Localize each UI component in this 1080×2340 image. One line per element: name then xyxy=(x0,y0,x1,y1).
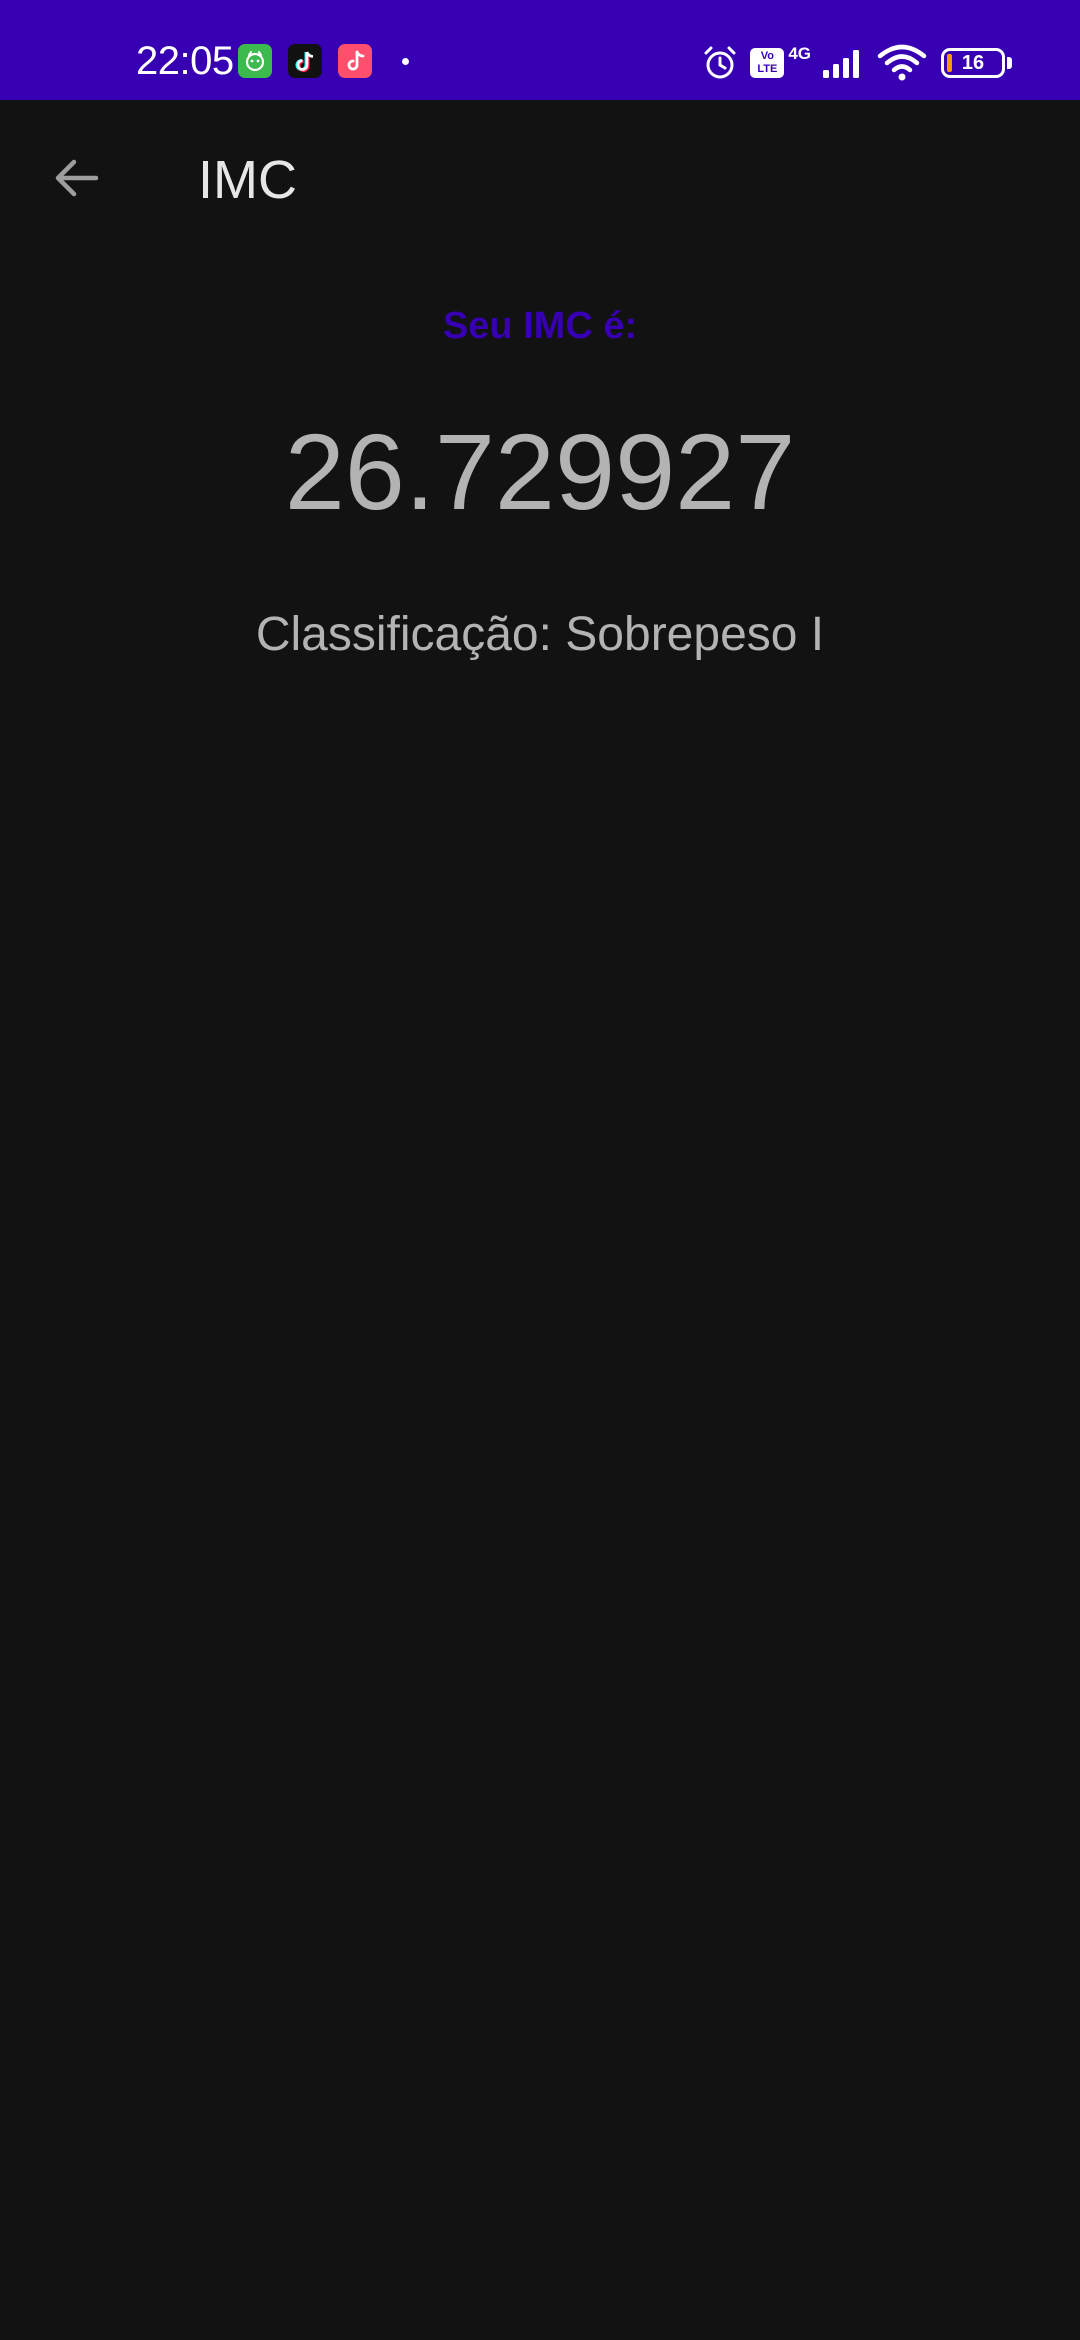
network-type: 4G xyxy=(788,44,811,63)
volte-top: Vo xyxy=(760,50,774,62)
app-notification-icon xyxy=(238,44,272,78)
screen: 22:05 Vo LTE 4G 16 IMC Seu IMC é: 26.729… xyxy=(0,0,1080,2340)
status-bar: 22:05 Vo LTE 4G 16 xyxy=(0,0,1080,100)
volte-bottom: LTE xyxy=(757,63,778,75)
battery-fill xyxy=(947,54,952,72)
classification-text: Classificação: Sobrepeso I xyxy=(255,608,825,661)
arrow-back-icon xyxy=(55,159,99,197)
music-icon xyxy=(338,44,372,78)
system-icons: Vo LTE 4G 16 xyxy=(700,36,1012,90)
result-label: Seu IMC é: xyxy=(442,305,638,347)
imc-value: 26.729927 xyxy=(284,411,796,532)
tiktok-icon xyxy=(288,44,322,78)
page-title: IMC xyxy=(198,150,297,210)
battery-level: 16 xyxy=(961,51,985,74)
wifi-icon xyxy=(877,44,927,82)
back-button[interactable] xyxy=(44,146,108,210)
battery-icon: 16 xyxy=(941,48,1005,78)
more-notifications-dot xyxy=(402,58,409,65)
status-time: 22:05 xyxy=(136,39,234,83)
app-bar: IMC xyxy=(0,100,1080,256)
signal-icon xyxy=(821,46,867,80)
alarm-icon xyxy=(700,43,740,83)
battery-cap xyxy=(1007,57,1012,69)
volte-icon: Vo LTE xyxy=(750,48,785,78)
